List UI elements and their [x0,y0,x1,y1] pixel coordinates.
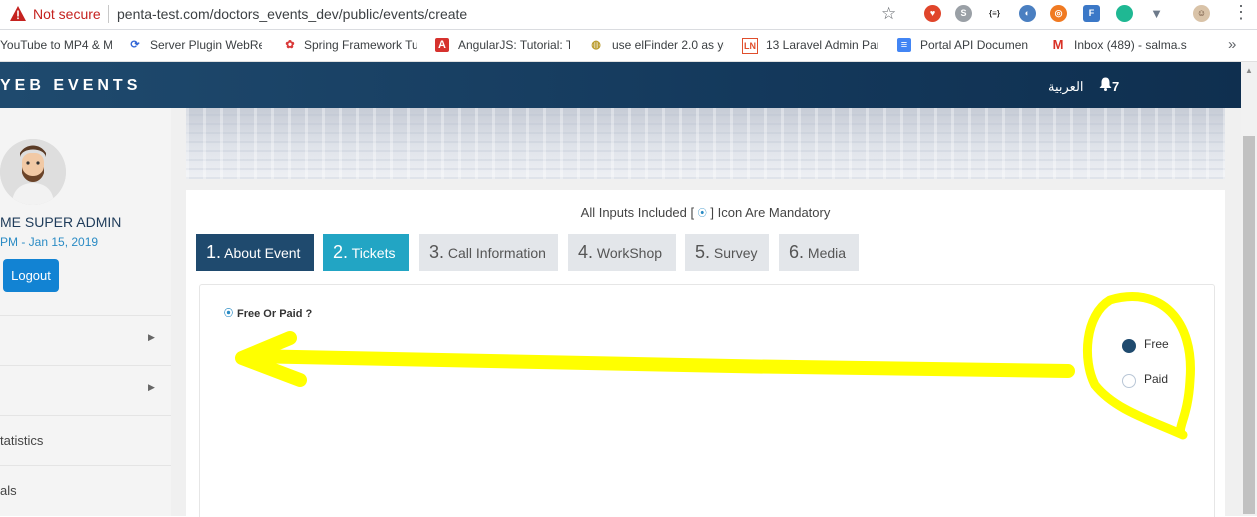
event-form-card: All Inputs Included [ ⦿ ] Icon Are Manda… [186,190,1225,517]
bell-icon[interactable] [1099,77,1112,91]
tab-label: WorkShop [596,245,663,261]
tab-number: 2. [333,242,349,262]
user-last-login: PM - Jan 15, 2019 [0,235,99,249]
elfinder-icon: ◍ [591,39,601,51]
bookmark-portal-api[interactable]: Portal API Documen [920,38,1032,54]
tab-survey[interactable]: 5. Survey [685,234,769,271]
address-divider [108,5,109,23]
profile-avatar-icon[interactable]: ☺ [1193,5,1210,22]
bookmark-star-icon[interactable]: ☆ [881,4,896,24]
paid-radio[interactable] [1122,374,1136,388]
tab-media[interactable]: 6. Media [779,234,859,271]
tab-number: 1. [206,242,222,262]
bookmark-youtube-mp4[interactable]: YouTube to MP4 & M [0,38,112,54]
sidebar-item-als[interactable]: als [0,465,171,515]
plugin-icon: ⟳ [130,39,140,51]
sidebar-item-label: tatistics [0,433,44,448]
json-viewer-icon[interactable]: {≡} [986,5,1003,22]
tickets-panel: ⦿ Free Or Paid ? Free Paid [199,284,1215,517]
mandatory-note-prefix: All Inputs Included [ [580,205,695,220]
mandatory-note-suffix: ] Icon Are Mandatory [710,205,831,220]
app-navbar: YEB EVENTS العربية 7 [0,62,1241,108]
vue-devtools-icon[interactable]: ▼ [1148,5,1165,22]
user-avatar-icon [0,139,66,205]
angular-icon: A [435,38,449,52]
required-indicator-icon: ⦿ [697,208,707,218]
main-content: All Inputs Included [ ⦿ ] Icon Are Manda… [171,108,1241,517]
tab-about-event[interactable]: 1. About Event [196,234,314,271]
compass-icon[interactable]: ◐ [1019,5,1036,22]
caret-right-icon: ▶ [148,382,155,392]
brave-shield-icon[interactable]: ♥ [924,5,941,22]
tab-tickets[interactable]: 2. Tickets [323,234,409,271]
bookmarks-bar: YouTube to MP4 & M ⟳ Server Plugin WebRe… [0,30,1257,62]
laravel-icon: LN [742,38,758,54]
event-banner-image [186,108,1225,179]
lifebuoy-icon[interactable]: ◎ [1050,5,1067,22]
logout-button[interactable]: Logout [3,259,59,292]
more-bookmarks-icon[interactable]: » [1228,36,1236,53]
sidebar-item-statistics[interactable]: tatistics [0,415,171,465]
sidebar: ME SUPER ADMIN PM - Jan 15, 2019 Logout … [0,108,171,516]
free-radio[interactable] [1122,339,1136,353]
sidebar-item-1[interactable]: ▶ [0,315,171,365]
bookmark-angular[interactable]: AngularJS: Tutorial: T [458,38,570,54]
tab-label: Tickets [351,245,396,261]
mandatory-note: All Inputs Included [ ⦿ ] Icon Are Manda… [186,205,1225,220]
paid-radio-label[interactable]: Paid [1144,372,1168,386]
gmail-icon: M [1052,37,1064,52]
caret-right-icon: ▶ [148,332,155,342]
avatar [0,139,66,205]
user-name: ME SUPER ADMIN [0,214,122,230]
bookmark-elfinder[interactable]: use elFinder 2.0 as yo [612,38,724,54]
free-radio-label[interactable]: Free [1144,337,1169,351]
scrollbar-thumb[interactable] [1243,136,1255,514]
required-indicator-icon: ⦿ [224,308,234,318]
browser-menu-icon[interactable]: ⋮ [1232,2,1250,23]
tab-number: 4. [578,242,594,262]
tab-number: 5. [695,242,711,262]
tab-label: Media [807,245,847,261]
tab-workshop[interactable]: 4. WorkShop [568,234,676,271]
skype-icon[interactable]: S [955,5,972,22]
bookmark-inbox[interactable]: Inbox (489) - salma.s [1074,38,1194,54]
free-or-paid-label: ⦿ Free Or Paid ? [224,306,312,320]
fi-extension-icon[interactable]: F [1083,5,1100,22]
spring-icon: ✿ [285,39,295,51]
free-or-paid-text: Free Or Paid ? [237,308,313,320]
document-icon: ≡ [897,38,911,52]
tab-call-information[interactable]: 3. Call Information [419,234,558,271]
scroll-up-arrow-icon[interactable]: ▲ [1245,66,1253,75]
address-bar: Not secure penta-test.com/doctors_events… [0,0,1257,30]
not-secure-label[interactable]: Not secure [33,6,101,22]
sidebar-item-label: als [0,483,17,498]
brand-logo[interactable]: YEB EVENTS [0,77,141,95]
warning-icon[interactable] [10,6,26,21]
url-field[interactable]: penta-test.com/doctors_events_dev/public… [117,6,467,22]
tab-label: About Event [224,245,301,261]
green-extension-icon[interactable] [1116,5,1133,22]
notification-count[interactable]: 7 [1112,79,1119,94]
tab-label: Call Information [447,245,546,261]
tab-label: Survey [713,245,758,261]
tab-number: 3. [429,242,445,262]
bookmark-server-plugin[interactable]: Server Plugin WebRe [150,38,262,54]
tab-number: 6. [789,242,805,262]
sidebar-item-2[interactable]: ▶ [0,365,171,415]
language-switch-link[interactable]: العربية [1048,79,1084,95]
bookmark-laravel-admin[interactable]: 13 Laravel Admin Pan [766,38,878,54]
bookmark-spring[interactable]: Spring Framework Tu [304,38,417,54]
